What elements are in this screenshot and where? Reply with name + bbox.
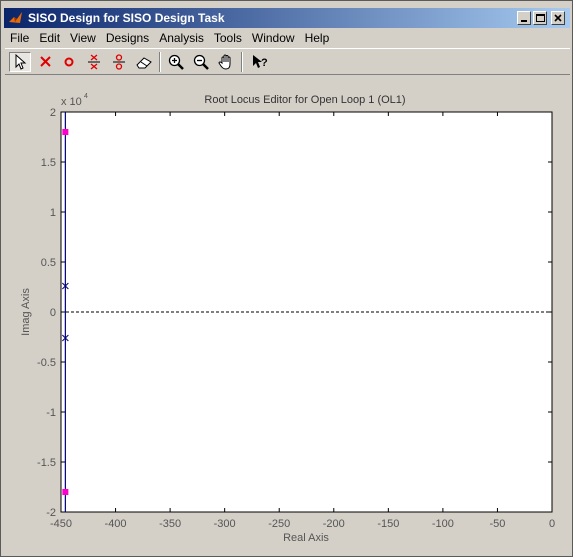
- root-locus-figure: Root Locus Editor for Open Loop 1 (OL1) …: [5, 77, 570, 552]
- maximize-icon: [536, 14, 545, 22]
- y-axis-label: Imag Axis: [20, 288, 32, 336]
- complex-pole-icon: [88, 54, 100, 70]
- maximize-button[interactable]: [533, 11, 547, 25]
- zoom-in-tool[interactable]: [165, 52, 187, 72]
- closed-loop-pole-marker: [62, 129, 69, 135]
- help-arrow-icon: ?: [253, 55, 268, 69]
- close-icon: [554, 14, 562, 22]
- title-bar[interactable]: SISO Design for SISO Design Task: [4, 8, 570, 28]
- add-complex-pole-tool[interactable]: [83, 52, 105, 72]
- toolbar: ?: [5, 48, 570, 75]
- pole-x-icon: [40, 56, 51, 67]
- eraser-icon: [136, 57, 152, 69]
- toolbar-separator: [159, 52, 161, 72]
- menu-view[interactable]: View: [65, 29, 101, 47]
- hand-icon: [218, 54, 231, 70]
- x-tick-label: 0: [549, 518, 555, 530]
- minimize-icon: [521, 20, 527, 22]
- menu-edit[interactable]: Edit: [34, 29, 65, 47]
- menu-file[interactable]: File: [5, 29, 34, 47]
- pan-tool[interactable]: [215, 52, 237, 72]
- y-tick-label: 1: [50, 207, 56, 219]
- select-tool[interactable]: [9, 52, 31, 72]
- erase-tool[interactable]: [133, 52, 155, 72]
- matlab-logo-icon: [9, 12, 22, 23]
- y-exponent-base: x 10: [61, 96, 82, 108]
- y-exponent-label: x 10 4: [61, 93, 88, 108]
- x-tick-label: -450: [50, 518, 72, 530]
- zoom-out-tool[interactable]: [190, 52, 212, 72]
- x-tick-label: -350: [159, 518, 181, 530]
- root-locus-plot[interactable]: Root Locus Editor for Open Loop 1 (OL1) …: [5, 77, 570, 552]
- x-tick-label: -50: [489, 518, 505, 530]
- zoom-out-icon: [193, 54, 209, 70]
- y-tick-label: -0.5: [37, 357, 56, 369]
- svg-text:?: ?: [261, 57, 268, 69]
- add-complex-zero-tool[interactable]: [108, 52, 130, 72]
- y-tick-label: 2: [50, 107, 56, 119]
- x-axis-label: Real Axis: [283, 532, 329, 544]
- minimize-button[interactable]: [517, 11, 531, 25]
- x-tick-label: -100: [432, 518, 454, 530]
- whats-this-tool[interactable]: ?: [249, 52, 271, 72]
- arrow-pointer-icon: [15, 54, 27, 70]
- x-tick-label: -200: [323, 518, 345, 530]
- add-real-pole-tool[interactable]: [35, 52, 57, 72]
- x-tick-label: -300: [214, 518, 236, 530]
- y-tick-label: -2: [46, 507, 56, 519]
- menu-tools[interactable]: Tools: [209, 29, 247, 47]
- y-tick-label: -1: [46, 407, 56, 419]
- chart-title: Root Locus Editor for Open Loop 1 (OL1): [204, 94, 405, 106]
- add-real-zero-tool[interactable]: [58, 52, 80, 72]
- complex-zero-icon: [113, 54, 125, 70]
- x-tick-label: -400: [105, 518, 127, 530]
- menu-window[interactable]: Window: [247, 29, 300, 47]
- menu-designs[interactable]: Designs: [101, 29, 154, 47]
- x-tick-label: -250: [268, 518, 290, 530]
- menu-analysis[interactable]: Analysis: [154, 29, 209, 47]
- zero-o-icon: [64, 57, 74, 67]
- y-tick-label: 1.5: [41, 157, 56, 169]
- toolbar-separator: [241, 52, 243, 72]
- close-button[interactable]: [551, 11, 565, 25]
- menu-help[interactable]: Help: [300, 29, 335, 47]
- closed-loop-pole-marker: [62, 489, 69, 495]
- y-tick-label: 0: [50, 307, 56, 319]
- y-tick-label: -1.5: [37, 457, 56, 469]
- menu-bar: File Edit View Designs Analysis Tools Wi…: [5, 29, 570, 47]
- x-tick-label: -150: [377, 518, 399, 530]
- y-exponent-power: 4: [84, 93, 88, 100]
- y-tick-label: 0.5: [41, 257, 56, 269]
- siso-design-window: SISO Design for SISO Design Task File Ed…: [0, 0, 573, 557]
- zoom-in-icon: [168, 54, 184, 70]
- window-title: SISO Design for SISO Design Task: [28, 11, 225, 25]
